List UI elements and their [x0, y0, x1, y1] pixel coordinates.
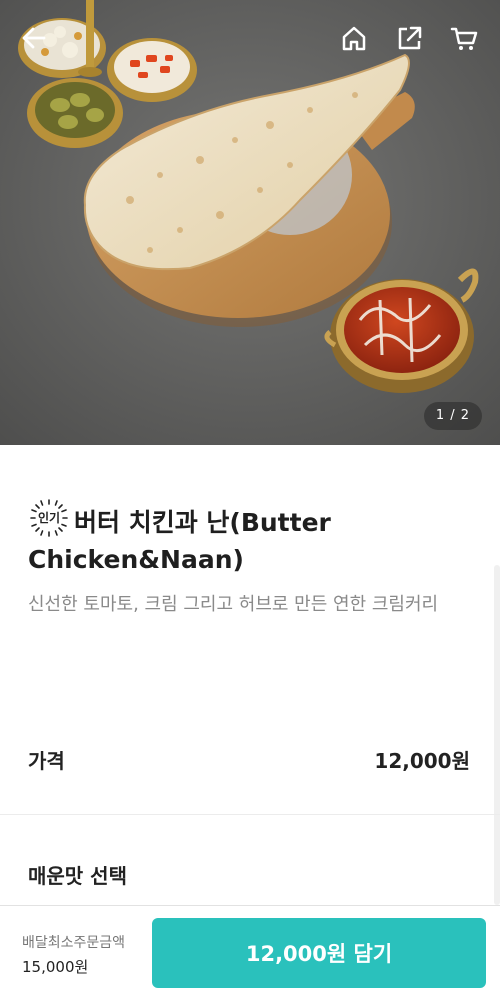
cart-button[interactable] [446, 20, 482, 56]
spicy-option-title: 매운맛 선택 [28, 864, 127, 888]
image-page-indicator: 1 / 2 [423, 402, 482, 430]
share-button[interactable] [391, 20, 427, 56]
section-divider [0, 814, 500, 815]
add-to-cart-button[interactable]: 12,000원 담기 [152, 918, 486, 988]
back-button[interactable] [16, 20, 52, 56]
menu-title: 버터 치킨과 난(Butter Chicken&Naan) [28, 508, 331, 574]
menu-title-block: 인기 버터 치킨과 난(Butter Chicken&Naan) [28, 497, 468, 578]
popular-badge-label: 인기 [37, 511, 61, 525]
cart-icon [450, 27, 478, 50]
hero-image: 1 / 2 [0, 0, 500, 445]
menu-description: 신선한 토마토, 크림 그리고 허브로 만든 연한 크림커리 [28, 594, 439, 615]
price-label: 가격 [28, 749, 65, 773]
min-order-value: 15,000원 [22, 958, 89, 976]
scrollbar[interactable] [494, 565, 500, 905]
top-navigation-bar [0, 0, 500, 80]
price-row: 가격 12,000원 [0, 745, 500, 797]
price-value: 12,000원 [374, 749, 470, 773]
home-icon [342, 26, 366, 51]
home-button[interactable] [336, 20, 372, 56]
popular-badge: 인기 [28, 497, 70, 539]
share-icon [398, 26, 422, 50]
bottom-order-bar: 배달최소주문금액 15,000원 12,000원 담기 [0, 905, 500, 1001]
arrow-left-icon [22, 27, 46, 49]
min-order-label: 배달최소주문금액 [22, 935, 126, 951]
